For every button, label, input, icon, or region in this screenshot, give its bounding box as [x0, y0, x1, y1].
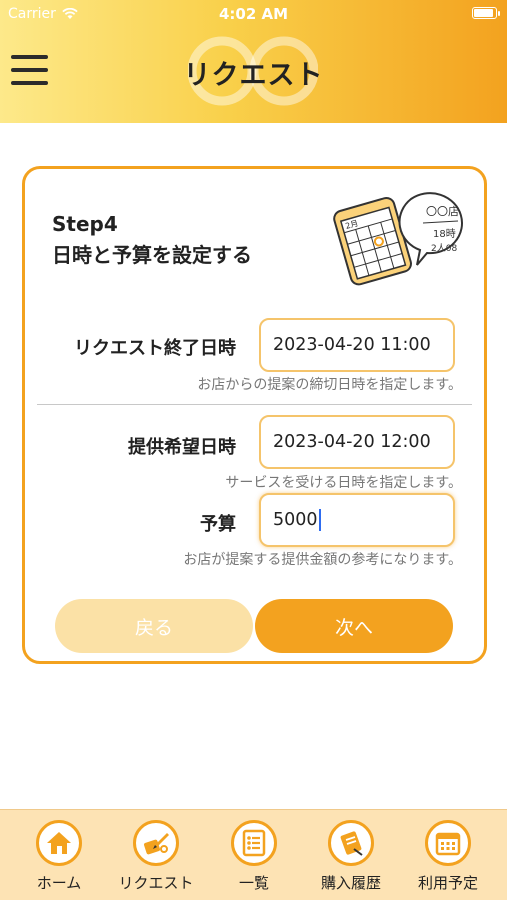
purchase-history-icon: [328, 820, 374, 866]
step-number: Step4: [52, 212, 118, 236]
step-heading: Step4 日時と予算を設定する: [52, 209, 252, 271]
bottom-tab-bar: ホーム リクエスト 一覧 購入履歴 利用予定: [0, 809, 507, 900]
request-end-datetime-input[interactable]: 2023-04-20 11:00: [259, 318, 455, 372]
status-bar: Carrier 4:02 AM: [0, 0, 507, 28]
page-title: リクエスト: [183, 60, 324, 91]
request-end-datetime-label: リクエスト終了日時: [74, 338, 236, 359]
budget-hint: お店が提案する提供金額の参考になります。: [183, 552, 462, 568]
tab-request[interactable]: リクエスト: [111, 820, 201, 893]
request-icon: [133, 820, 179, 866]
status-time: 4:02 AM: [218, 5, 289, 23]
desired-service-datetime-value: 2023-04-20 12:00: [273, 432, 431, 452]
tab-home[interactable]: ホーム: [14, 820, 104, 893]
battery-icon: [472, 7, 500, 19]
desired-service-datetime-label: 提供希望日時: [128, 437, 236, 458]
app-header: Carrier 4:02 AM リクエスト: [0, 0, 507, 123]
tab-list[interactable]: 一覧: [209, 820, 299, 893]
tab-schedule[interactable]: 利用予定: [403, 820, 493, 893]
tab-purchase-history[interactable]: 購入履歴: [306, 820, 396, 893]
tab-request-label: リクエスト: [118, 874, 194, 892]
illustration-note-line-2: 18時: [433, 228, 456, 240]
text-cursor: [318, 509, 321, 531]
calendar-illustration-icon: 2月 〇〇店 18時 2人08: [333, 192, 463, 286]
budget-label: 予算: [200, 514, 236, 535]
request-step-card: Step4 日時と予算を設定する 2月 〇〇店 18時 2人08 リクエスト終了…: [22, 166, 487, 664]
tab-purchase-history-label: 購入履歴: [320, 874, 381, 892]
tab-list-label: 一覧: [238, 874, 269, 892]
illustration-note-line-3: 2人08: [431, 243, 457, 254]
request-end-datetime-value: 2023-04-20 11:00: [273, 335, 431, 355]
budget-input[interactable]: 5000: [259, 493, 455, 547]
illustration-note-line-1: 〇〇店: [426, 204, 459, 218]
step-subtitle: 日時と予算を設定する: [52, 243, 252, 267]
tab-schedule-label: 利用予定: [417, 874, 478, 892]
section-divider: [37, 404, 472, 405]
next-button[interactable]: 次へ: [255, 599, 453, 653]
request-end-datetime-hint: お店からの提案の締切日時を指定します。: [197, 377, 462, 393]
list-icon: [231, 820, 277, 866]
budget-value: 5000: [273, 510, 318, 530]
desired-service-datetime-input[interactable]: 2023-04-20 12:00: [259, 415, 455, 469]
tab-home-label: ホーム: [36, 874, 82, 892]
home-icon: [36, 820, 82, 866]
back-button[interactable]: 戻る: [55, 599, 253, 653]
calendar-icon: [425, 820, 471, 866]
desired-service-datetime-hint: サービスを受ける日時を指定します。: [225, 475, 462, 491]
